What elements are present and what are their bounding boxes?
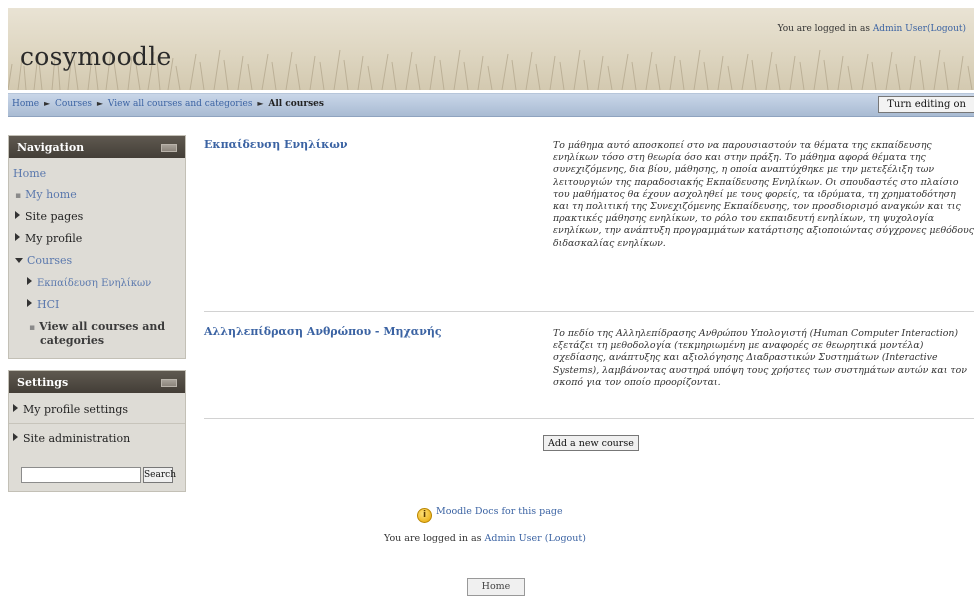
navbar: Home ► Courses ► View all courses and ca… [8, 93, 974, 117]
course-link-1[interactable]: Αλληλεπίδραση Ανθρώπου - Μηχανής [204, 325, 442, 338]
triangle-right-icon: ► [257, 99, 264, 108]
login-prefix: You are logged in as [384, 533, 485, 544]
nav-item-site-pages[interactable]: Site pages [15, 210, 83, 223]
expanded-arrow-icon [15, 258, 23, 263]
user-profile-link[interactable]: Admin User [485, 533, 542, 544]
search-button[interactable]: Search [143, 467, 176, 483]
turn-editing-on-button[interactable]: Turn editing on [878, 96, 974, 113]
nav-item-course-1[interactable]: HCI [27, 298, 59, 311]
collapsed-arrow-icon [27, 277, 32, 285]
course-link-0[interactable]: Εκπαίδευση Ενηλίκων [204, 138, 347, 151]
login-info-header: You are logged in as Admin User(Logout) [778, 24, 966, 34]
navigation-block: Navigation Home ▪ My home Site pages My p… [8, 135, 186, 359]
settings-item-my-profile-settings[interactable]: My profile settings [13, 403, 128, 416]
info-icon: i [417, 508, 432, 523]
breadcrumb: Home ► Courses ► View all courses and ca… [12, 99, 324, 109]
collapsed-arrow-icon [13, 433, 18, 441]
navigation-title: Navigation [17, 141, 85, 154]
settings-item-site-administration[interactable]: Site administration [13, 432, 130, 445]
bullet-icon: ▪ [29, 323, 36, 333]
collapsed-arrow-icon [15, 211, 20, 219]
settings-search-input[interactable] [21, 467, 141, 483]
collapsed-arrow-icon [15, 233, 20, 241]
collapsed-arrow-icon [13, 404, 18, 412]
login-prefix: You are logged in as [777, 24, 873, 34]
triangle-right-icon: ► [96, 99, 104, 108]
moodle-docs-row: i Moodle Docs for this page [417, 506, 563, 523]
nav-item-my-home[interactable]: ▪ My home [15, 188, 77, 201]
logout-link[interactable]: (Logout) [927, 24, 966, 34]
course-summary-1: Το πεδίο της Αλληλεπίδρασης Ανθρώπου Υπο… [553, 328, 967, 388]
collapsed-arrow-icon [27, 299, 32, 307]
block-hide-icon[interactable] [161, 144, 177, 152]
moodle-docs-link[interactable]: Moodle Docs for this page [436, 506, 563, 517]
breadcrumb-home[interactable]: Home [12, 99, 39, 109]
settings-block: Settings My profile settings Site admini… [8, 370, 186, 492]
breadcrumb-view-all[interactable]: View all courses and categories [108, 99, 253, 109]
nav-item-my-profile[interactable]: My profile [15, 232, 82, 245]
triangle-right-icon: ► [44, 99, 51, 108]
logout-link[interactable]: (Logout) [545, 533, 586, 544]
block-hide-icon[interactable] [161, 379, 177, 387]
breadcrumb-current: All courses [268, 99, 324, 109]
user-profile-link[interactable]: Admin User [873, 24, 927, 34]
nav-item-course-0[interactable]: Εκπαίδευση Ενηλίκων [27, 276, 151, 289]
login-info-footer: You are logged in as Admin User (Logout) [384, 533, 586, 544]
site-title[interactable]: cosymoodle [20, 42, 172, 71]
nav-item-courses[interactable]: Courses [15, 254, 72, 267]
page-header: cosymoodle You are logged in as Admin Us… [8, 8, 974, 90]
settings-block-header: Settings [9, 371, 185, 393]
divider [204, 311, 974, 312]
bullet-icon: ▪ [15, 191, 22, 201]
navigation-block-header: Navigation [9, 136, 185, 158]
home-button[interactable]: Home [467, 578, 525, 596]
nav-item-home[interactable]: Home [13, 167, 46, 180]
nav-item-view-all-courses[interactable]: ▪ View all courses and [29, 320, 165, 333]
nav-item-view-all-courses-line2[interactable]: categories [40, 334, 104, 347]
settings-title: Settings [17, 376, 69, 389]
divider [9, 423, 185, 424]
breadcrumb-courses[interactable]: Courses [55, 99, 92, 109]
add-new-course-button[interactable]: Add a new course [543, 435, 639, 451]
divider [204, 418, 974, 419]
course-summary-0: Το μάθημα αυτό αποσκοπεί στο να παρουσια… [553, 140, 974, 249]
